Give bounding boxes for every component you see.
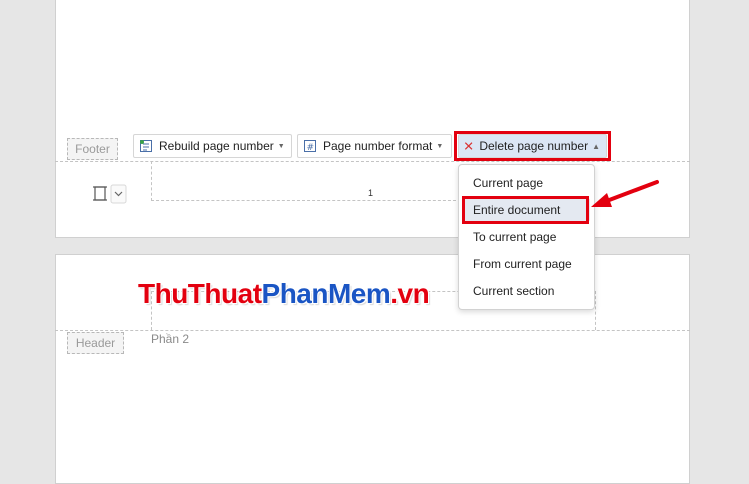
watermark-logo: ThuThuatPhanMem.vn — [138, 278, 430, 309]
page-number-format-button[interactable]: # Page number format ▼ — [297, 134, 452, 158]
footer-tag: Footer — [67, 138, 118, 160]
svg-text:#: # — [307, 143, 315, 153]
delete-page-number-menu: Current page Entire document To current … — [458, 164, 595, 310]
menu-item-from-current-page[interactable]: From current page — [463, 253, 590, 275]
rebuild-page-number-label: Rebuild page number — [159, 139, 274, 153]
footer-text-baseline — [151, 200, 456, 201]
annotation-highlight-delete-button — [454, 131, 611, 161]
page-number-format-icon: # — [304, 140, 316, 153]
page-number-format-label: Page number format — [323, 139, 433, 153]
footer-align-control[interactable] — [89, 183, 127, 205]
menu-item-current-page[interactable]: Current page — [463, 172, 590, 194]
page-number: 1 — [368, 188, 374, 198]
chevron-down-icon: ▼ — [277, 142, 285, 150]
annotation-arrow-icon — [591, 180, 659, 207]
footer-align-icon — [93, 184, 127, 204]
section-label: Phần 2 — [151, 332, 190, 346]
header-tag: Header — [67, 332, 124, 354]
footer-margin-left-line — [151, 161, 152, 201]
menu-item-to-current-page[interactable]: To current page — [463, 226, 590, 248]
header-margin-right-line — [595, 291, 596, 330]
rebuild-page-number-button[interactable]: Rebuild page number ▼ — [133, 134, 292, 158]
menu-item-current-section[interactable]: Current section — [463, 280, 590, 302]
chevron-down-icon: ▼ — [436, 142, 444, 150]
annotation-highlight-entire-document — [462, 196, 589, 224]
rebuild-page-number-icon — [140, 140, 152, 152]
header-boundary-line — [55, 330, 690, 331]
